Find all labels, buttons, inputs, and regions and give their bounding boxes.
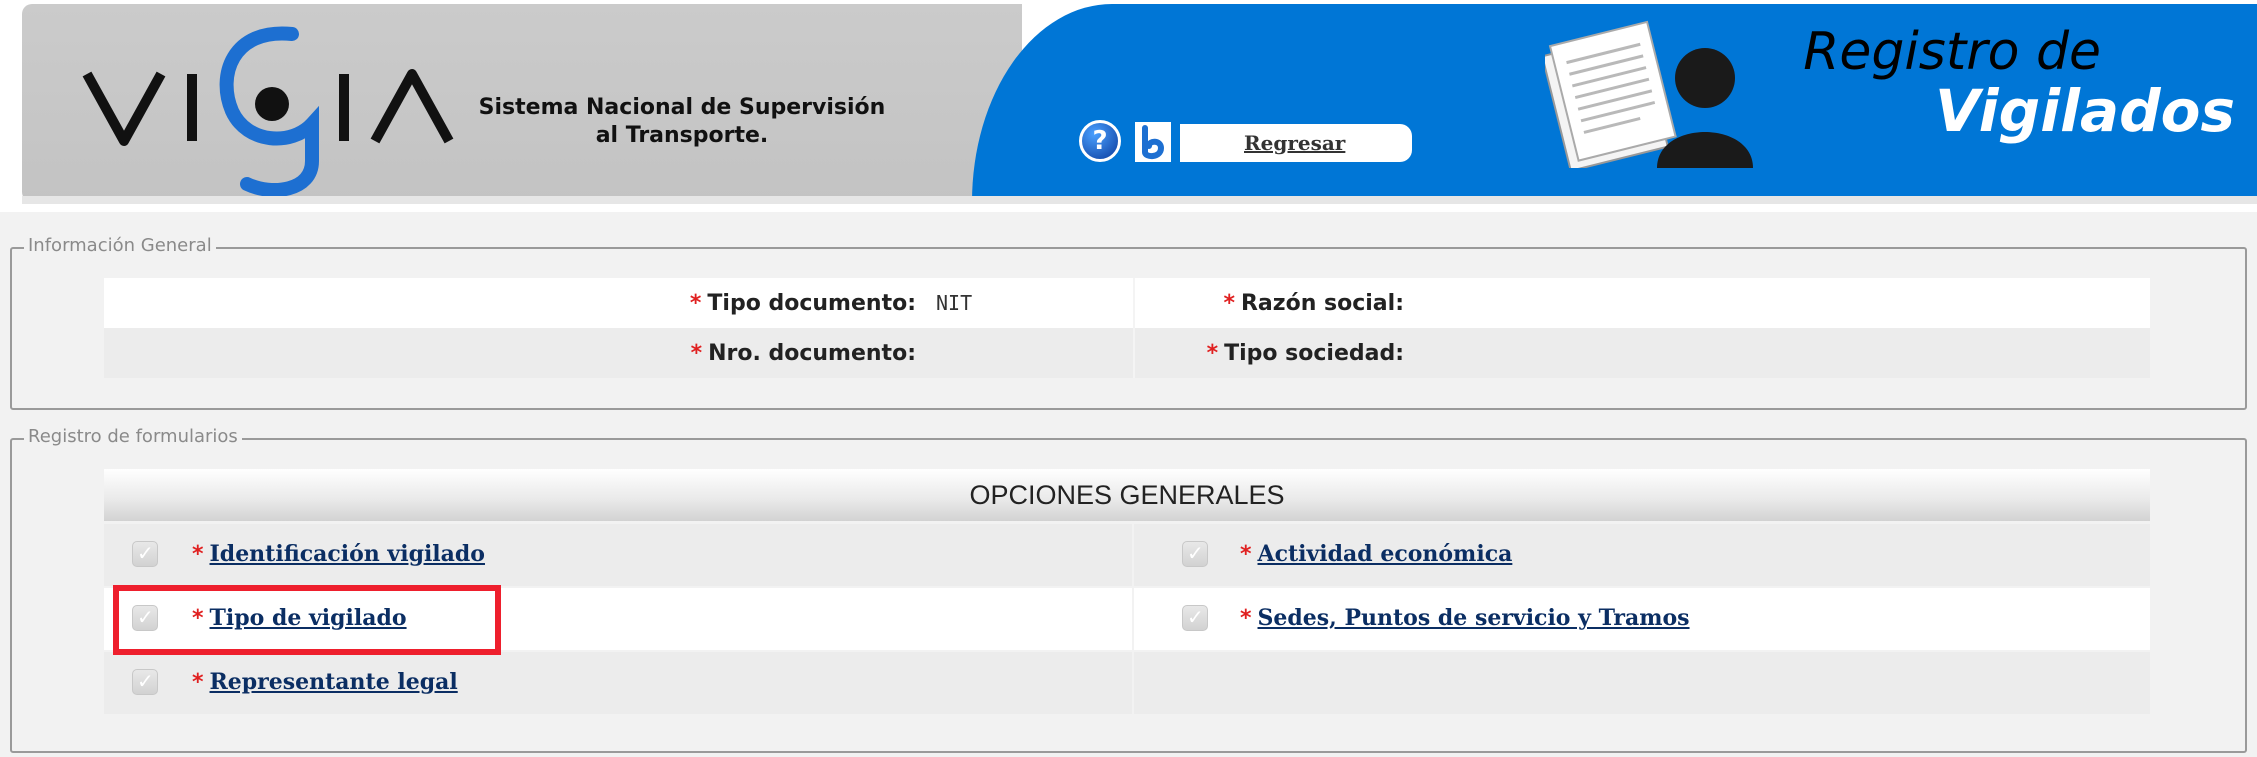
actividad-economica-link[interactable]: Actividad económica (1258, 541, 1513, 567)
tipo-documento-value: NIT (926, 278, 1134, 328)
vigia-logo (82, 26, 454, 196)
field-label: * Nro. documento: (104, 328, 926, 378)
representante-legal-checkbox[interactable] (132, 669, 158, 695)
option-cell: *Identificación vigilado (104, 524, 1132, 586)
field-label: * Tipo sociedad: (1133, 328, 1414, 378)
actividad-economica-checkbox[interactable] (1182, 541, 1208, 567)
system-title-line2: al Transporte. (595, 123, 769, 148)
register-title-line2: Vigilados (1934, 77, 2235, 145)
options-row: *Representante legal (104, 652, 2150, 716)
info-row: * Nro. documento: * Tipo sociedad: (104, 328, 2150, 378)
back-icon[interactable] (1135, 122, 1171, 162)
option-label: * Identificación vigilado (192, 541, 485, 567)
help-icon[interactable]: ? (1079, 120, 1121, 162)
option-label: * Sedes, Puntos de servicio y Tramos (1240, 605, 1690, 631)
required-mark: * (192, 542, 204, 567)
nro-documento-value (926, 328, 1134, 378)
tipo-documento-label: Tipo documento: (707, 290, 916, 316)
identificacion-vigilado-checkbox[interactable] (132, 541, 158, 567)
required-mark: * (1240, 606, 1252, 631)
identificacion-vigilado-link[interactable]: Identificación vigilado (210, 541, 485, 567)
document-user-icon (1545, 20, 1753, 168)
nro-documento-label: Nro. documento: (708, 340, 916, 366)
sedes-puntos-link[interactable]: Sedes, Puntos de servicio y Tramos (1258, 605, 1690, 631)
highlight-box (113, 585, 501, 655)
forms-legend: Registro de formularios (24, 426, 242, 447)
info-row: * Tipo documento: NIT * Razón social: (104, 278, 2150, 328)
back-link[interactable]: Regresar (1244, 131, 1345, 155)
option-cell (1134, 652, 2150, 714)
tipo-sociedad-label: Tipo sociedad: (1224, 340, 1404, 366)
tipo-sociedad-value (1414, 328, 2150, 378)
razon-social-value (1414, 278, 2150, 328)
razon-social-label: Razón social: (1240, 290, 1404, 316)
option-cell: *Sedes, Puntos de servicio y Tramos (1134, 588, 2150, 650)
field-label: * Razón social: (1133, 278, 1414, 328)
option-cell: *Representante legal (104, 652, 1132, 714)
required-mark: * (1223, 290, 1235, 316)
required-mark: * (690, 340, 703, 366)
option-label: * Actividad económica (1240, 541, 1512, 567)
representante-legal-link[interactable]: Representante legal (210, 669, 458, 695)
option-label: * Representante legal (192, 669, 458, 695)
option-cell: *Actividad económica (1134, 524, 2150, 586)
field-label: * Tipo documento: (104, 278, 926, 328)
required-mark: * (192, 670, 204, 695)
required-mark: * (1206, 340, 1219, 366)
system-title-line1: Sistema Nacional de Supervisión (478, 95, 886, 120)
app-header: Sistema Nacional de Supervisión al Trans… (22, 4, 2257, 204)
sedes-puntos-checkbox[interactable] (1182, 605, 1208, 631)
required-mark: * (689, 290, 702, 316)
options-row: *Identificación vigilado *Actividad econ… (104, 524, 2150, 588)
back-link-container: Regresar (1180, 124, 1412, 162)
required-mark: * (1240, 542, 1252, 567)
system-title: Sistema Nacional de Supervisión al Trans… (462, 94, 902, 150)
options-header: OPCIONES GENERALES (104, 469, 2150, 521)
info-general-legend: Información General (24, 235, 216, 256)
header-divider (22, 196, 2257, 204)
register-title: Registro de Vigilados (1803, 24, 2235, 142)
register-title-line1: Registro de (1803, 22, 2101, 82)
info-general-table: * Tipo documento: NIT * Razón social: * Nro… (104, 278, 2150, 378)
